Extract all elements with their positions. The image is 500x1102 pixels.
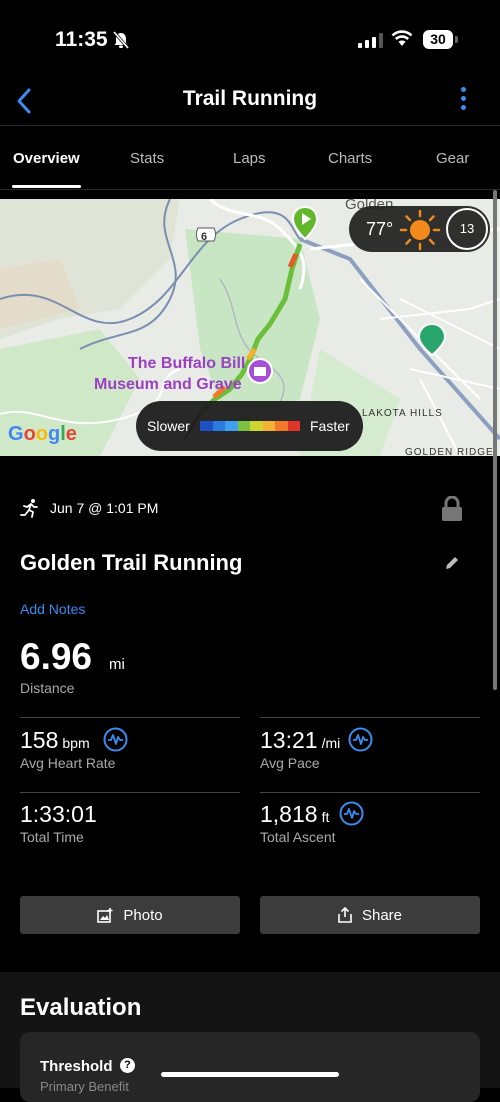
tab-bar: Overview Stats Laps Charts Gear xyxy=(0,126,500,190)
share-button-label: Share xyxy=(361,906,403,924)
tab-overview[interactable]: Overview xyxy=(13,150,80,167)
share-button[interactable]: Share xyxy=(260,896,480,934)
stat-total-time: 1:33:01 xyxy=(20,801,97,828)
legend-color-segment xyxy=(275,421,288,431)
divider xyxy=(20,717,240,718)
divider xyxy=(260,792,480,793)
primary-benefit-label: Primary Benefit xyxy=(40,1079,129,1094)
page-title: Trail Running xyxy=(182,87,318,110)
battery-indicator: 30 xyxy=(423,30,453,49)
running-icon xyxy=(20,499,38,518)
stat-value: 1:33:01 xyxy=(20,801,97,827)
area-label-golden-ridge: GOLDEN RIDGE xyxy=(405,447,494,456)
stat-label: Avg Heart Rate xyxy=(20,755,116,771)
route-shield-label: 6 xyxy=(201,231,208,243)
share-icon xyxy=(338,907,352,923)
active-tab-indicator xyxy=(12,185,81,188)
add-notes-link[interactable]: Add Notes xyxy=(20,601,85,617)
tab-stats[interactable]: Stats xyxy=(130,150,164,167)
stat-value: 13:21 xyxy=(260,727,318,753)
battery-tip xyxy=(455,36,458,43)
legend-color-segment xyxy=(212,421,225,431)
activity-title: Golden Trail Running xyxy=(20,550,243,575)
distance-value: 6.96 xyxy=(20,636,93,677)
stat-value: 1,818 xyxy=(260,801,318,827)
stat-total-ascent: 1,818 ft xyxy=(260,801,329,828)
scrollbar[interactable] xyxy=(493,190,497,690)
poi-label-line2: Museum and Grave xyxy=(94,376,242,393)
stat-value: 158 xyxy=(20,727,59,753)
legend-faster-label: Faster xyxy=(310,418,350,434)
stat-unit: /mi xyxy=(321,735,341,751)
legend-color-segment xyxy=(262,421,275,431)
threshold-label: Threshold xyxy=(40,1058,113,1075)
cellular-signal-icon xyxy=(358,32,383,48)
legend-color-bar xyxy=(200,421,300,431)
stat-avg-heart-rate: 158 bpm xyxy=(20,727,90,754)
photo-button-label: Photo xyxy=(123,906,163,924)
area-label-lakota: LAKOTA HILLS xyxy=(362,408,443,419)
wifi-icon xyxy=(391,30,413,46)
divider xyxy=(20,792,240,793)
photo-button[interactable]: Photo xyxy=(20,896,240,934)
stat-avg-pace: 13:21/mi xyxy=(260,727,340,754)
help-icon[interactable]: ? xyxy=(120,1058,135,1073)
legend-color-segment xyxy=(225,421,238,431)
status-time: 11:35 xyxy=(55,28,108,51)
legend-color-segment xyxy=(237,421,250,431)
tab-gear[interactable]: Gear xyxy=(436,150,469,167)
edit-pencil-icon[interactable] xyxy=(444,555,460,571)
divider xyxy=(260,717,480,718)
tab-charts[interactable]: Charts xyxy=(328,150,372,167)
lock-icon[interactable] xyxy=(441,496,463,522)
home-indicator[interactable] xyxy=(161,1072,339,1077)
heart-rate-chart-icon[interactable] xyxy=(103,727,128,752)
poi-label-line1: The Buffalo Bill xyxy=(128,355,246,372)
google-logo: Google xyxy=(8,423,77,445)
add-photo-icon xyxy=(97,907,113,923)
stat-unit: ft xyxy=(321,809,330,825)
status-bar: 11:35 30 xyxy=(0,0,500,80)
bell-off-icon xyxy=(113,31,129,49)
stat-label: Total Time xyxy=(20,829,84,845)
distance-unit: mi xyxy=(109,656,125,673)
temperature: 77° xyxy=(366,219,394,239)
legend-color-segment xyxy=(250,421,263,431)
legend-color-segment xyxy=(200,421,213,431)
wind-speed-dial: 13 xyxy=(446,208,488,250)
elevation-chart-icon[interactable] xyxy=(339,801,364,826)
stat-label: Total Ascent xyxy=(260,829,336,845)
nav-header: Trail Running xyxy=(0,78,500,126)
sun-icon xyxy=(399,209,441,251)
stat-label: Avg Pace xyxy=(260,755,320,771)
stat-unit: bpm xyxy=(62,735,90,751)
legend-color-segment xyxy=(287,421,300,431)
legend-slower-label: Slower xyxy=(147,418,190,434)
more-options-icon[interactable] xyxy=(461,87,466,110)
distance-label: Distance xyxy=(20,680,75,696)
evaluation-title: Evaluation xyxy=(20,994,142,1021)
activity-date: Jun 7 @ 1:01 PM xyxy=(50,500,159,516)
tab-laps[interactable]: Laps xyxy=(233,150,266,167)
pace-chart-icon[interactable] xyxy=(348,727,373,752)
